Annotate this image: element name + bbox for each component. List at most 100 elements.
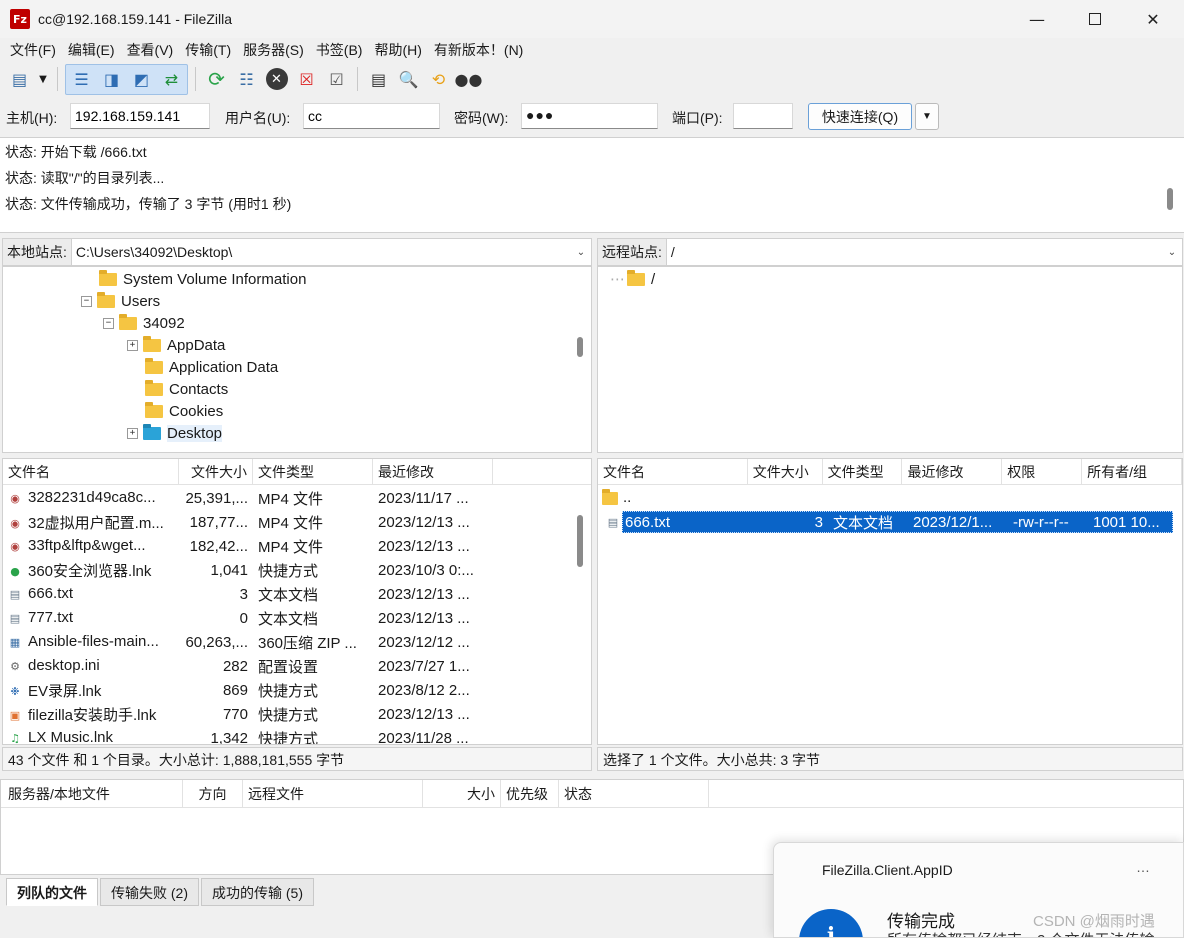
tree-item[interactable]: − Users (81, 290, 160, 312)
tree-item[interactable]: −34092 (103, 312, 185, 334)
column-header-modified[interactable]: 最近修改 (902, 459, 1003, 485)
expand-icon[interactable]: + (127, 339, 138, 351)
tab-failed-transfers[interactable]: 传输失败 (2) (100, 878, 199, 906)
column-header-type[interactable]: 文件类型 (823, 459, 903, 485)
tab-queued-files[interactable]: 列队的文件 (6, 878, 98, 906)
local-list-header: 文件名 文件大小 文件类型 最近修改 (3, 459, 591, 485)
menu-bookmarks[interactable]: 书签(B) (310, 40, 369, 60)
column-header-type[interactable]: 文件类型 (253, 459, 373, 485)
file-size: 282 (222, 657, 248, 675)
remote-path-input[interactable]: / (667, 244, 1162, 260)
column-header-server-local-file[interactable]: 服务器/本地文件 (1, 780, 183, 808)
column-header-filename[interactable]: 文件名 (3, 459, 179, 485)
port-input[interactable] (733, 103, 793, 129)
tab-successful-transfers[interactable]: 成功的传输 (5) (201, 878, 314, 906)
column-header-size[interactable]: 大小 (423, 780, 501, 808)
toggle-local-tree-icon[interactable]: ◨ (98, 66, 125, 93)
text-file-icon: ▤ (9, 588, 21, 602)
log-scrollbar[interactable] (1167, 188, 1173, 210)
tree-item[interactable]: System Volume Information (99, 268, 306, 290)
local-file-row[interactable]: ♫ LX Music.lnk 1,342 快捷方式 2023/11/28 ... (3, 726, 493, 745)
queue-header: 服务器/本地文件 方向 远程文件 大小 优先级 状态 (1, 780, 1183, 808)
column-header-remote-file[interactable]: 远程文件 (243, 780, 423, 808)
maximize-icon[interactable] (1066, 0, 1124, 38)
username-input[interactable] (303, 103, 440, 129)
toggle-message-log-icon[interactable]: ☰ (68, 66, 95, 93)
local-file-row[interactable]: ▦ Ansible-files-main... 60,263,... 360压缩 ZI… (3, 630, 493, 654)
column-header-status[interactable]: 状态 (559, 780, 709, 808)
file-name: LX Music.lnk (28, 729, 114, 745)
password-input[interactable]: ●●● (521, 103, 658, 129)
column-header-modified[interactable]: 最近修改 (373, 459, 493, 485)
remote-file-row[interactable]: ▤ 666.txt 3 文本文档 2023/12/1... -rw-r--r-- 1001 … (598, 510, 1173, 534)
local-file-row[interactable]: ⚙ desktop.ini 282 配置设置 2023/7/27 1... (3, 654, 493, 678)
tree-item[interactable]: Cookies (145, 400, 223, 422)
directory-listing-filters-icon[interactable]: ▤ (365, 66, 392, 93)
tree-item[interactable]: Application Data (145, 356, 278, 378)
menu-edit[interactable]: 编辑(E) (62, 40, 121, 60)
close-icon[interactable]: ✕ (1124, 0, 1182, 38)
menu-new-version[interactable]: 有新版本！(N) (428, 40, 529, 60)
cancel-icon[interactable]: ✕ (263, 66, 290, 93)
local-file-row[interactable]: ❉ EV录屏.lnk 869 快捷方式 2023/8/12 2... (3, 678, 493, 702)
file-type: MP4 文件 (258, 514, 324, 532)
column-header-size[interactable]: 文件大小 (748, 459, 823, 485)
menu-transfer[interactable]: 传输(T) (179, 40, 237, 60)
toggle-filename-filter-icon[interactable]: 🔍 (395, 66, 422, 93)
minimize-icon[interactable]: — (1008, 0, 1066, 38)
tree-item[interactable]: Contacts (145, 378, 228, 400)
chevron-down-icon[interactable]: ⌄ (1162, 247, 1182, 258)
file-modified: 2023/12/1... (913, 513, 993, 531)
file-name-cell: .. (598, 489, 748, 506)
local-file-row[interactable]: ◉ 3282231d49ca8c... 25,391,... MP4 文件 2023/1… (3, 486, 493, 510)
reconnect-icon[interactable]: ☑ (323, 66, 350, 93)
expand-icon[interactable]: + (127, 427, 138, 439)
toggle-transfer-queue-icon[interactable]: ⇄ (158, 66, 185, 93)
tree-item[interactable]: ⋯ / (610, 268, 655, 290)
file-modified: 2023/8/12 2... (378, 681, 470, 699)
file-name: Ansible-files-main... (28, 633, 159, 651)
tree-item[interactable]: + Desktop (127, 422, 223, 444)
process-queue-icon[interactable]: ☷ (233, 66, 260, 93)
dropdown-arrow-icon[interactable]: ▼ (36, 66, 50, 93)
local-file-row[interactable]: ▤ 777.txt 0 文本文档 2023/12/13 ... (3, 606, 493, 630)
column-header-filename[interactable]: 文件名 (598, 459, 748, 485)
local-file-row[interactable]: ▤ 666.txt 3 文本文档 2023/12/13 ... (3, 582, 493, 606)
quickconnect-button[interactable]: 快速连接(Q) (808, 103, 912, 130)
remote-file-row[interactable]: .. (598, 486, 1167, 510)
music-shortcut-icon: ♫ (10, 732, 20, 745)
column-header-permissions[interactable]: 权限 (1002, 459, 1083, 485)
chevron-down-icon[interactable]: ⌄ (571, 247, 591, 258)
menu-file[interactable]: 文件(F) (4, 40, 62, 60)
local-path-input[interactable]: C:\Users\34092\Desktop\ (72, 244, 571, 260)
menu-help[interactable]: 帮助(H) (368, 40, 427, 60)
local-list-scrollbar[interactable] (577, 515, 583, 567)
refresh-icon[interactable]: ⟳ (203, 66, 230, 93)
collapse-icon[interactable]: − (81, 295, 92, 307)
local-file-row[interactable]: ● 360安全浏览器.lnk 1,041 快捷方式 2023/10/3 0:... (3, 558, 493, 582)
local-tree-scrollbar[interactable] (577, 337, 583, 357)
site-manager-icon[interactable]: ▤ (6, 66, 33, 93)
chevron-down-icon[interactable]: ▼ (915, 103, 939, 130)
directory-comparison-icon[interactable]: ●● (455, 66, 483, 93)
column-header-priority[interactable]: 优先级 (501, 780, 559, 808)
menu-view[interactable]: 查看(V) (121, 40, 180, 60)
folder-icon (627, 269, 645, 286)
toggle-remote-tree-icon[interactable]: ◩ (128, 66, 155, 93)
synchronized-browsing-icon[interactable]: ⟲ (425, 66, 452, 93)
collapse-icon[interactable]: − (103, 317, 114, 329)
column-header-size[interactable]: 文件大小 (179, 459, 253, 485)
column-header-owner[interactable]: 所有者/组 (1082, 459, 1182, 485)
menu-server[interactable]: 服务器(S) (237, 40, 310, 60)
file-size: 869 (222, 681, 248, 699)
file-type: 快捷方式 (258, 730, 319, 745)
disconnect-icon[interactable]: ☒ (293, 66, 320, 93)
tree-item[interactable]: + AppData (127, 334, 225, 356)
more-options-icon[interactable]: … (1136, 859, 1150, 875)
local-file-row[interactable]: ◉ 32虚拟用户配置.m... 187,77... MP4 文件 2023/12/13 … (3, 510, 493, 534)
local-file-row[interactable]: ◉ 33ftp&lftp&wget... 182,42... MP4 文件 2023/1… (3, 534, 493, 558)
local-file-row[interactable]: ▣ filezilla安装助手.lnk 770 快捷方式 2023/12/13 ... (3, 702, 493, 726)
installer-shortcut-icon: ▣ (9, 709, 21, 723)
host-input[interactable] (70, 103, 210, 129)
column-header-direction[interactable]: 方向 (183, 780, 243, 808)
